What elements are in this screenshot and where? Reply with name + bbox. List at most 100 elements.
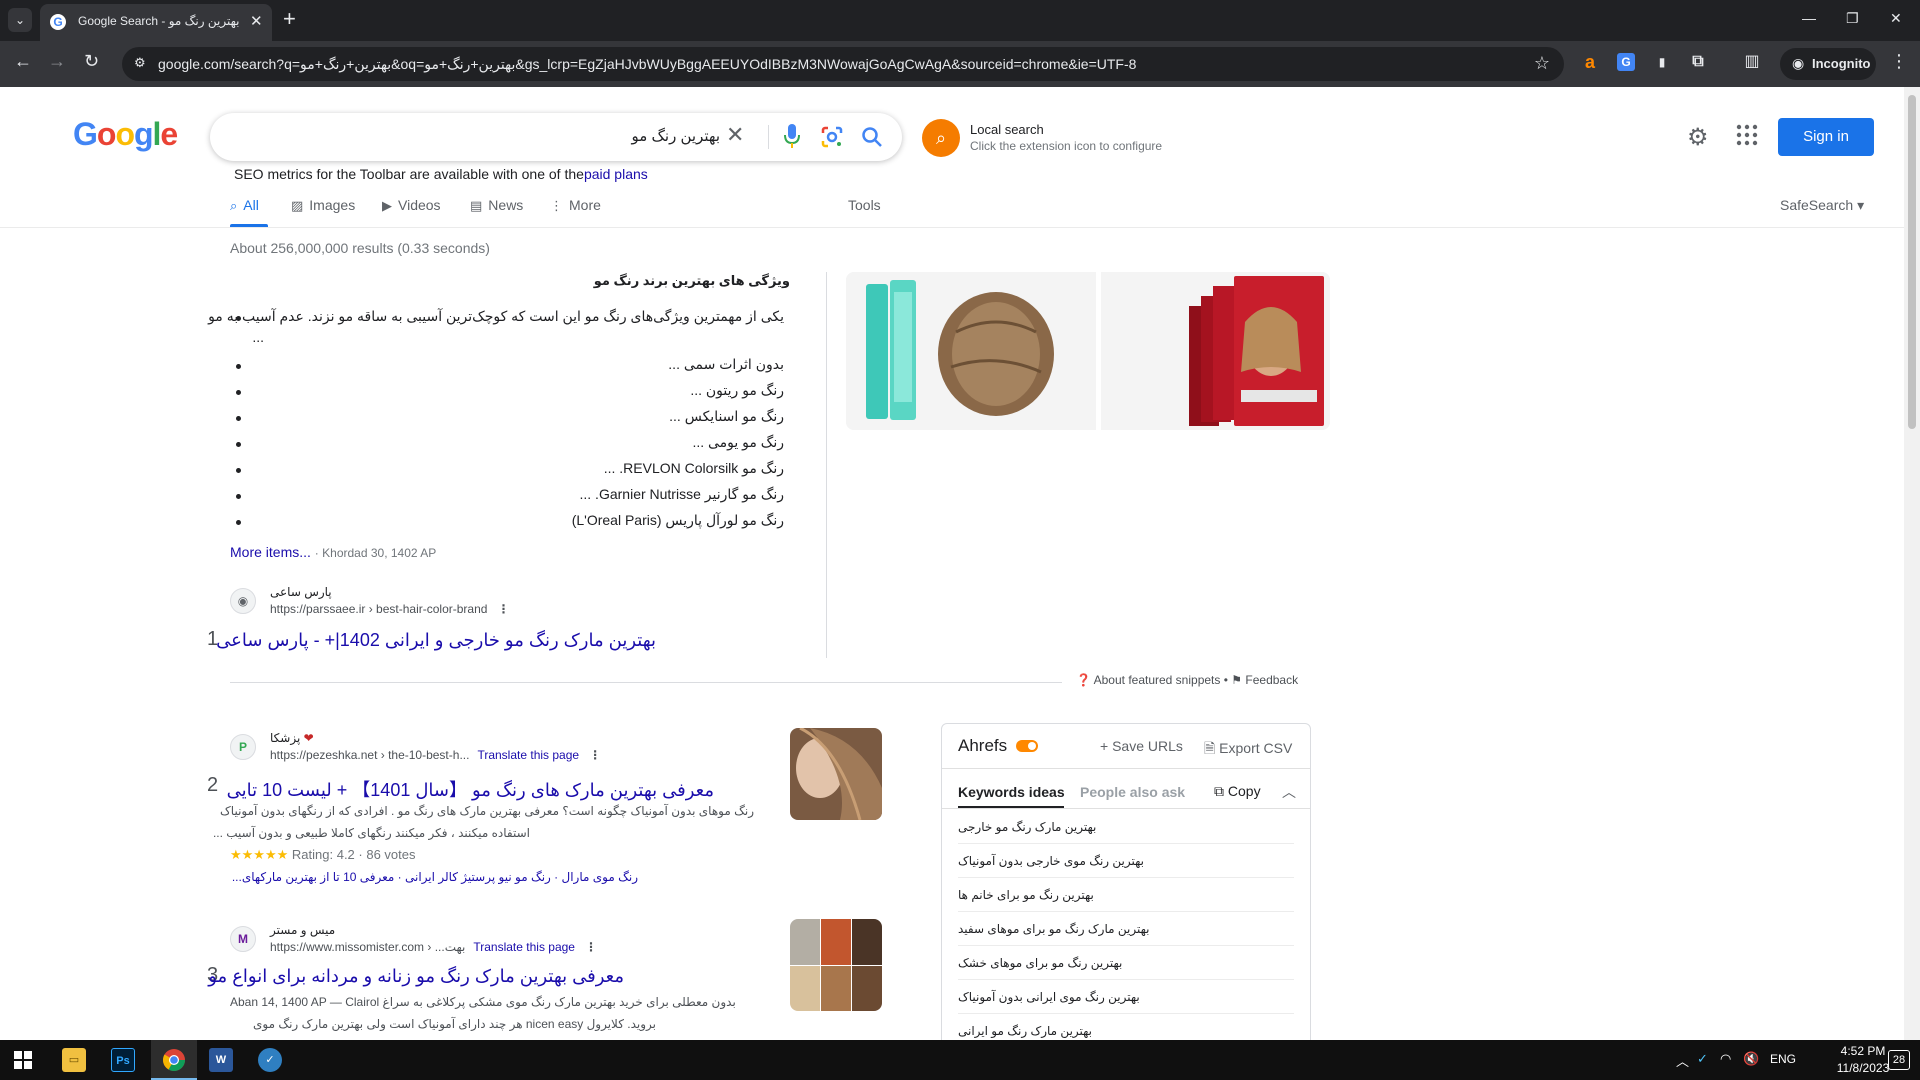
address-bar[interactable]: ⚙ google.com/search?q=بهترین+رنگ+مو&oq=ب… xyxy=(122,47,1564,81)
chevron-up-icon[interactable]: ︿ xyxy=(1676,1051,1689,1070)
hair-color-tube-image[interactable] xyxy=(846,272,1096,430)
microphone-icon[interactable] xyxy=(782,123,802,149)
side-panel-icon[interactable]: ▥ xyxy=(1743,53,1761,71)
result-3-snippet-line2: بروید. کلایرول nicen easy هر چند دارای آ… xyxy=(253,1017,656,1031)
clear-icon[interactable]: ✕ xyxy=(726,122,744,148)
snippet-result-title[interactable]: بهترین مارک رنگ مو خارجی و ایرانی 1402|+… xyxy=(216,630,656,651)
keyword-text: بهترین رنگ موی خارجی بدون آمونیاک xyxy=(958,854,1145,868)
tab-all[interactable]: ⌕ All xyxy=(230,197,259,214)
page-scrollbar[interactable] xyxy=(1904,87,1920,1041)
app-icon[interactable]: ✓ xyxy=(258,1048,282,1072)
translate-link[interactable]: Translate this page xyxy=(477,748,579,762)
more-options-icon[interactable]: ⋮ xyxy=(589,748,601,762)
search-input[interactable]: بهترین رنگ مو xyxy=(632,127,720,145)
restore-icon[interactable]: ❐ xyxy=(1846,10,1859,27)
minimize-icon[interactable]: — xyxy=(1802,10,1816,26)
translate-link[interactable]: Translate this page xyxy=(473,940,575,954)
tab-images-label: Images xyxy=(309,197,356,213)
paid-plans-link[interactable]: paid plans xyxy=(584,166,648,182)
keyword-row[interactable]: بهترین مارک رنگ مو برای موهای سفید xyxy=(958,912,1294,946)
result-2-title[interactable]: معرفی بهترین مارک های رنگ مو 【سال 1401】 … xyxy=(227,776,714,802)
extension-icon[interactable]: ▮ xyxy=(1653,53,1671,71)
search-box[interactable]: بهترین رنگ مو ✕ xyxy=(210,113,902,161)
browser-tab-active[interactable]: G Google Search - بهترین رنگ مو ✕ xyxy=(40,4,272,41)
copy-button[interactable]: ⧉ Copy xyxy=(1214,783,1261,800)
extensions-puzzle-icon[interactable]: ⧉ xyxy=(1689,53,1707,71)
more-items-link[interactable]: More items... xyxy=(230,544,311,560)
translate-extension-icon[interactable]: G xyxy=(1617,53,1635,71)
result-3-source[interactable]: M میس و مستر https://www.missomister.com… xyxy=(230,923,630,960)
safesearch-button[interactable]: SafeSearch ▾ xyxy=(1780,197,1864,214)
wifi-icon[interactable]: ◠ xyxy=(1720,1051,1731,1067)
keyword-row[interactable]: بهترین رنگ مو برای موهای خشک xyxy=(958,946,1294,980)
volume-icon[interactable]: 🔇 xyxy=(1743,1051,1759,1067)
photoshop-icon[interactable]: Ps xyxy=(111,1048,135,1072)
local-search-extension[interactable]: ⌕ Local search Click the extension icon … xyxy=(922,119,1222,159)
keywords-ideas-tab[interactable]: Keywords ideas xyxy=(958,784,1065,800)
snippet-source[interactable]: ◉ پارس ساعی https://parssaee.ir › best-h… xyxy=(230,585,550,622)
tab-images[interactable]: ▨ Images xyxy=(291,197,355,214)
google-lens-icon[interactable] xyxy=(820,125,844,149)
tab-more[interactable]: ⋮ More xyxy=(550,197,601,214)
result-3-title[interactable]: معرفی بهترین مارک رنگ مو زنانه و مردانه … xyxy=(208,966,624,987)
tab-news[interactable]: ▤ News xyxy=(470,197,523,214)
save-urls-button[interactable]: + Save URLs xyxy=(1100,738,1183,754)
forward-arrow-icon[interactable]: → xyxy=(48,51,66,72)
bookmark-star-icon[interactable]: ☆ xyxy=(1534,53,1550,74)
incognito-button[interactable]: ◉ Incognito xyxy=(1780,48,1876,80)
snippet-list-item: یکی از مهمترین ویژگی‌های رنگ مو این است … xyxy=(208,308,784,324)
revlon-colorsilk-box-image[interactable] xyxy=(1101,272,1330,430)
about-featured-snippets-link[interactable]: About featured snippets xyxy=(1094,673,1221,687)
result-2-thumbnail[interactable] xyxy=(790,728,882,820)
feedback-link[interactable]: Feedback xyxy=(1245,673,1298,687)
seo-message-text: SEO metrics for the Toolbar are availabl… xyxy=(234,166,584,182)
notification-icon[interactable]: 28 xyxy=(1888,1050,1910,1070)
back-arrow-icon[interactable]: ← xyxy=(14,51,32,72)
chrome-taskbar-button[interactable] xyxy=(151,1040,197,1080)
copy-icon: ⧉ xyxy=(1214,783,1228,799)
tab-videos[interactable]: ▶ Videos xyxy=(382,197,441,214)
incognito-label: Incognito xyxy=(1812,56,1871,71)
reload-icon[interactable]: ↻ xyxy=(84,51,99,72)
tab-close-icon[interactable]: ✕ xyxy=(250,12,263,30)
keyword-row[interactable]: بهترین رنگ موی خارجی بدون آمونیاک xyxy=(958,844,1294,878)
browser-menu-icon[interactable]: ⋮ xyxy=(1890,51,1908,72)
file-icon: 🗎 xyxy=(1204,740,1220,756)
windows-start-icon[interactable] xyxy=(14,1051,32,1069)
amazon-extension-icon[interactable]: a xyxy=(1581,53,1599,71)
safesearch-label: SafeSearch xyxy=(1780,197,1854,213)
settings-gear-icon[interactable]: ⚙ xyxy=(1687,123,1709,152)
result-3-thumbnail[interactable] xyxy=(790,919,882,1011)
google-logo[interactable]: Google xyxy=(73,116,178,153)
site-info-icon[interactable]: ⚙ xyxy=(134,55,146,71)
tab-search-button[interactable]: ⌄ xyxy=(8,8,32,32)
keyword-row[interactable]: بهترین رنگ موی ایرانی بدون آمونیاک xyxy=(958,980,1294,1014)
result-2-source[interactable]: P ❤ پزشکا https://pezeshka.net › the-10-… xyxy=(230,731,630,768)
word-icon[interactable]: W xyxy=(209,1048,233,1072)
language-indicator[interactable]: ENG xyxy=(1770,1052,1796,1066)
keyword-row[interactable]: بهترین مارک رنگ مو خارجی xyxy=(958,810,1294,844)
snippet-list-item: رنگ مو لورآل پاریس (L'Oreal Paris) xyxy=(571,512,784,528)
ahrefs-toggle[interactable] xyxy=(1016,740,1038,752)
more-options-icon[interactable]: ⋮ xyxy=(585,940,597,954)
export-csv-button[interactable]: 🗎 Export CSV xyxy=(1204,738,1292,762)
chevron-up-icon[interactable]: ︿ xyxy=(1282,782,1296,802)
sign-in-button[interactable]: Sign in xyxy=(1778,118,1874,156)
window-close-icon[interactable]: ✕ xyxy=(1890,10,1902,27)
app-tray-icon[interactable]: ✓ xyxy=(1697,1051,1708,1067)
keyword-row[interactable]: بهترین رنگ مو برای خانم ها xyxy=(958,878,1294,912)
video-icon: ▶ xyxy=(382,198,392,213)
file-explorer-icon[interactable]: ▭ xyxy=(62,1048,86,1072)
result-2-sitelinks[interactable]: رنگ موی مارال · رنگ مو نیو پرستیژ کالر ا… xyxy=(230,870,638,884)
more-options-icon[interactable]: ⋮ xyxy=(497,602,509,616)
tools-button[interactable]: Tools xyxy=(848,197,881,213)
people-also-ask-tab[interactable]: People also ask xyxy=(1080,784,1185,800)
address-url[interactable]: google.com/search?q=بهترین+رنگ+مو&oq=بهت… xyxy=(158,56,1136,73)
local-search-icon[interactable]: ⌕ xyxy=(922,119,960,157)
scrollbar-thumb[interactable] xyxy=(1908,95,1916,429)
logo-letter: G xyxy=(73,116,98,152)
browser-toolbar: ← → ↻ ⚙ google.com/search?q=بهترین+رنگ+م… xyxy=(0,41,1920,87)
search-icon[interactable] xyxy=(860,125,884,149)
apps-grid-icon[interactable] xyxy=(1736,124,1758,146)
new-tab-button[interactable]: + xyxy=(283,6,296,32)
